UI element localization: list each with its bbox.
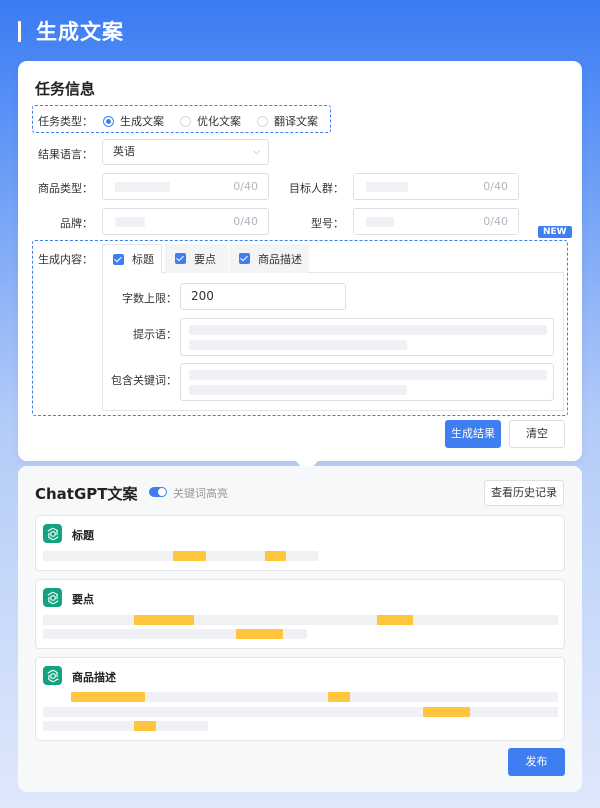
radio-dot (180, 115, 191, 127)
result-card-title: 标题 (35, 515, 565, 571)
brand-label: 品牌： (60, 217, 93, 230)
char-count: 0/40 (233, 180, 258, 193)
prompt-textarea[interactable] (180, 318, 554, 356)
placeholder-line (189, 325, 547, 335)
input-placeholder (115, 217, 145, 227)
result-card-label: 标题 (72, 529, 94, 542)
keyword-highlight (236, 629, 283, 639)
tab-label: 商品描述 (258, 252, 302, 266)
placeholder-line (189, 385, 407, 395)
tab-label: 要点 (194, 252, 216, 266)
tab-label: 标题 (132, 253, 154, 266)
generate-button[interactable]: 生成结果 (445, 420, 501, 448)
product-type-label: 商品类型： (38, 182, 93, 195)
keyword-highlight (265, 551, 286, 561)
keywords-textarea[interactable] (180, 363, 554, 401)
keyword-highlight (423, 707, 470, 717)
history-button[interactable]: 查看历史记录 (484, 480, 564, 506)
text-line (43, 615, 558, 625)
page-title: 生成文案 (36, 20, 124, 44)
results-title: ChatGPT文案 (35, 485, 138, 503)
input-placeholder (115, 182, 170, 192)
checkbox-checked-icon[interactable] (113, 253, 124, 265)
product-type-input[interactable]: 0/40 (102, 173, 269, 200)
placeholder-line (189, 340, 407, 350)
tab-title[interactable]: 标题 (102, 244, 162, 274)
keyword-highlight (134, 721, 156, 731)
radio-dot (257, 115, 268, 127)
publish-button[interactable]: 发布 (508, 748, 565, 776)
radio-translate[interactable]: 翻译文案 (257, 113, 318, 129)
chevron-down-icon: ⌵ (253, 147, 260, 157)
task-info-title: 任务信息 (35, 80, 96, 98)
audience-input[interactable]: 0/40 (353, 173, 519, 200)
result-card-points: 要点 (35, 579, 565, 649)
chatgpt-icon (43, 524, 62, 543)
language-value: 英语 (113, 145, 135, 158)
content-tabs: 标题 要点 商品描述 (102, 244, 564, 274)
placeholder-line (189, 370, 547, 380)
result-card-label: 要点 (72, 593, 94, 606)
char-count: 0/40 (483, 180, 508, 193)
task-type-label: 任务类型： (38, 115, 93, 128)
word-limit-label: 字数上限： (122, 292, 177, 305)
keyword-highlight (71, 692, 145, 702)
word-limit-input[interactable]: 200 (180, 283, 346, 310)
tab-points[interactable]: 要点 (165, 244, 228, 273)
model-input[interactable]: 0/40 (353, 208, 519, 235)
radio-label: 翻译文案 (274, 115, 318, 128)
radio-optimize[interactable]: 优化文案 (180, 113, 241, 129)
result-card-label: 商品描述 (72, 671, 116, 684)
header-accent-bar (18, 21, 21, 42)
checkbox-checked-icon[interactable] (239, 253, 250, 264)
text-line (43, 721, 208, 731)
keyword-highlight (377, 615, 413, 625)
chatgpt-icon (43, 666, 62, 685)
language-select[interactable]: 英语 ⌵ (102, 139, 269, 165)
page-header: 生成文案 (0, 0, 600, 62)
keywords-label: 包含关键词： (111, 374, 177, 387)
keyword-highlight (134, 615, 194, 625)
results-panel: ChatGPT文案 关键词高亮 查看历史记录 标题 要点 商品描述 发布 (18, 466, 582, 792)
radio-generate[interactable]: 生成文案 (103, 113, 164, 129)
prompt-label: 提示语： (133, 328, 177, 341)
tab-description[interactable]: 商品描述 (229, 244, 309, 273)
chatgpt-icon (43, 588, 62, 607)
radio-dot (103, 115, 114, 127)
char-count: 0/40 (483, 215, 508, 228)
text-line (43, 707, 558, 717)
audience-label: 目标人群： (289, 182, 344, 195)
radio-label: 生成文案 (120, 115, 164, 128)
radio-label: 优化文案 (197, 115, 241, 128)
brand-input[interactable]: 0/40 (102, 208, 269, 235)
model-label: 型号： (311, 217, 344, 230)
input-placeholder (366, 182, 408, 192)
keyword-highlight (328, 692, 350, 702)
char-count: 0/40 (233, 215, 258, 228)
keyword-highlight-label: 关键词高亮 (173, 487, 228, 500)
checkbox-checked-icon[interactable] (175, 253, 186, 264)
content-label: 生成内容： (38, 253, 93, 266)
result-card-description: 商品描述 (35, 657, 565, 741)
task-info-card: 任务信息 任务类型： 生成文案 优化文案 翻译文案 结果语言： 英语 ⌵ 商品类… (18, 61, 582, 473)
input-placeholder (366, 217, 394, 227)
clear-button[interactable]: 清空 (509, 420, 565, 448)
new-badge: NEW (538, 226, 572, 238)
language-label: 结果语言： (38, 148, 93, 161)
keyword-highlight (173, 551, 206, 561)
keyword-highlight-toggle[interactable] (149, 487, 167, 497)
